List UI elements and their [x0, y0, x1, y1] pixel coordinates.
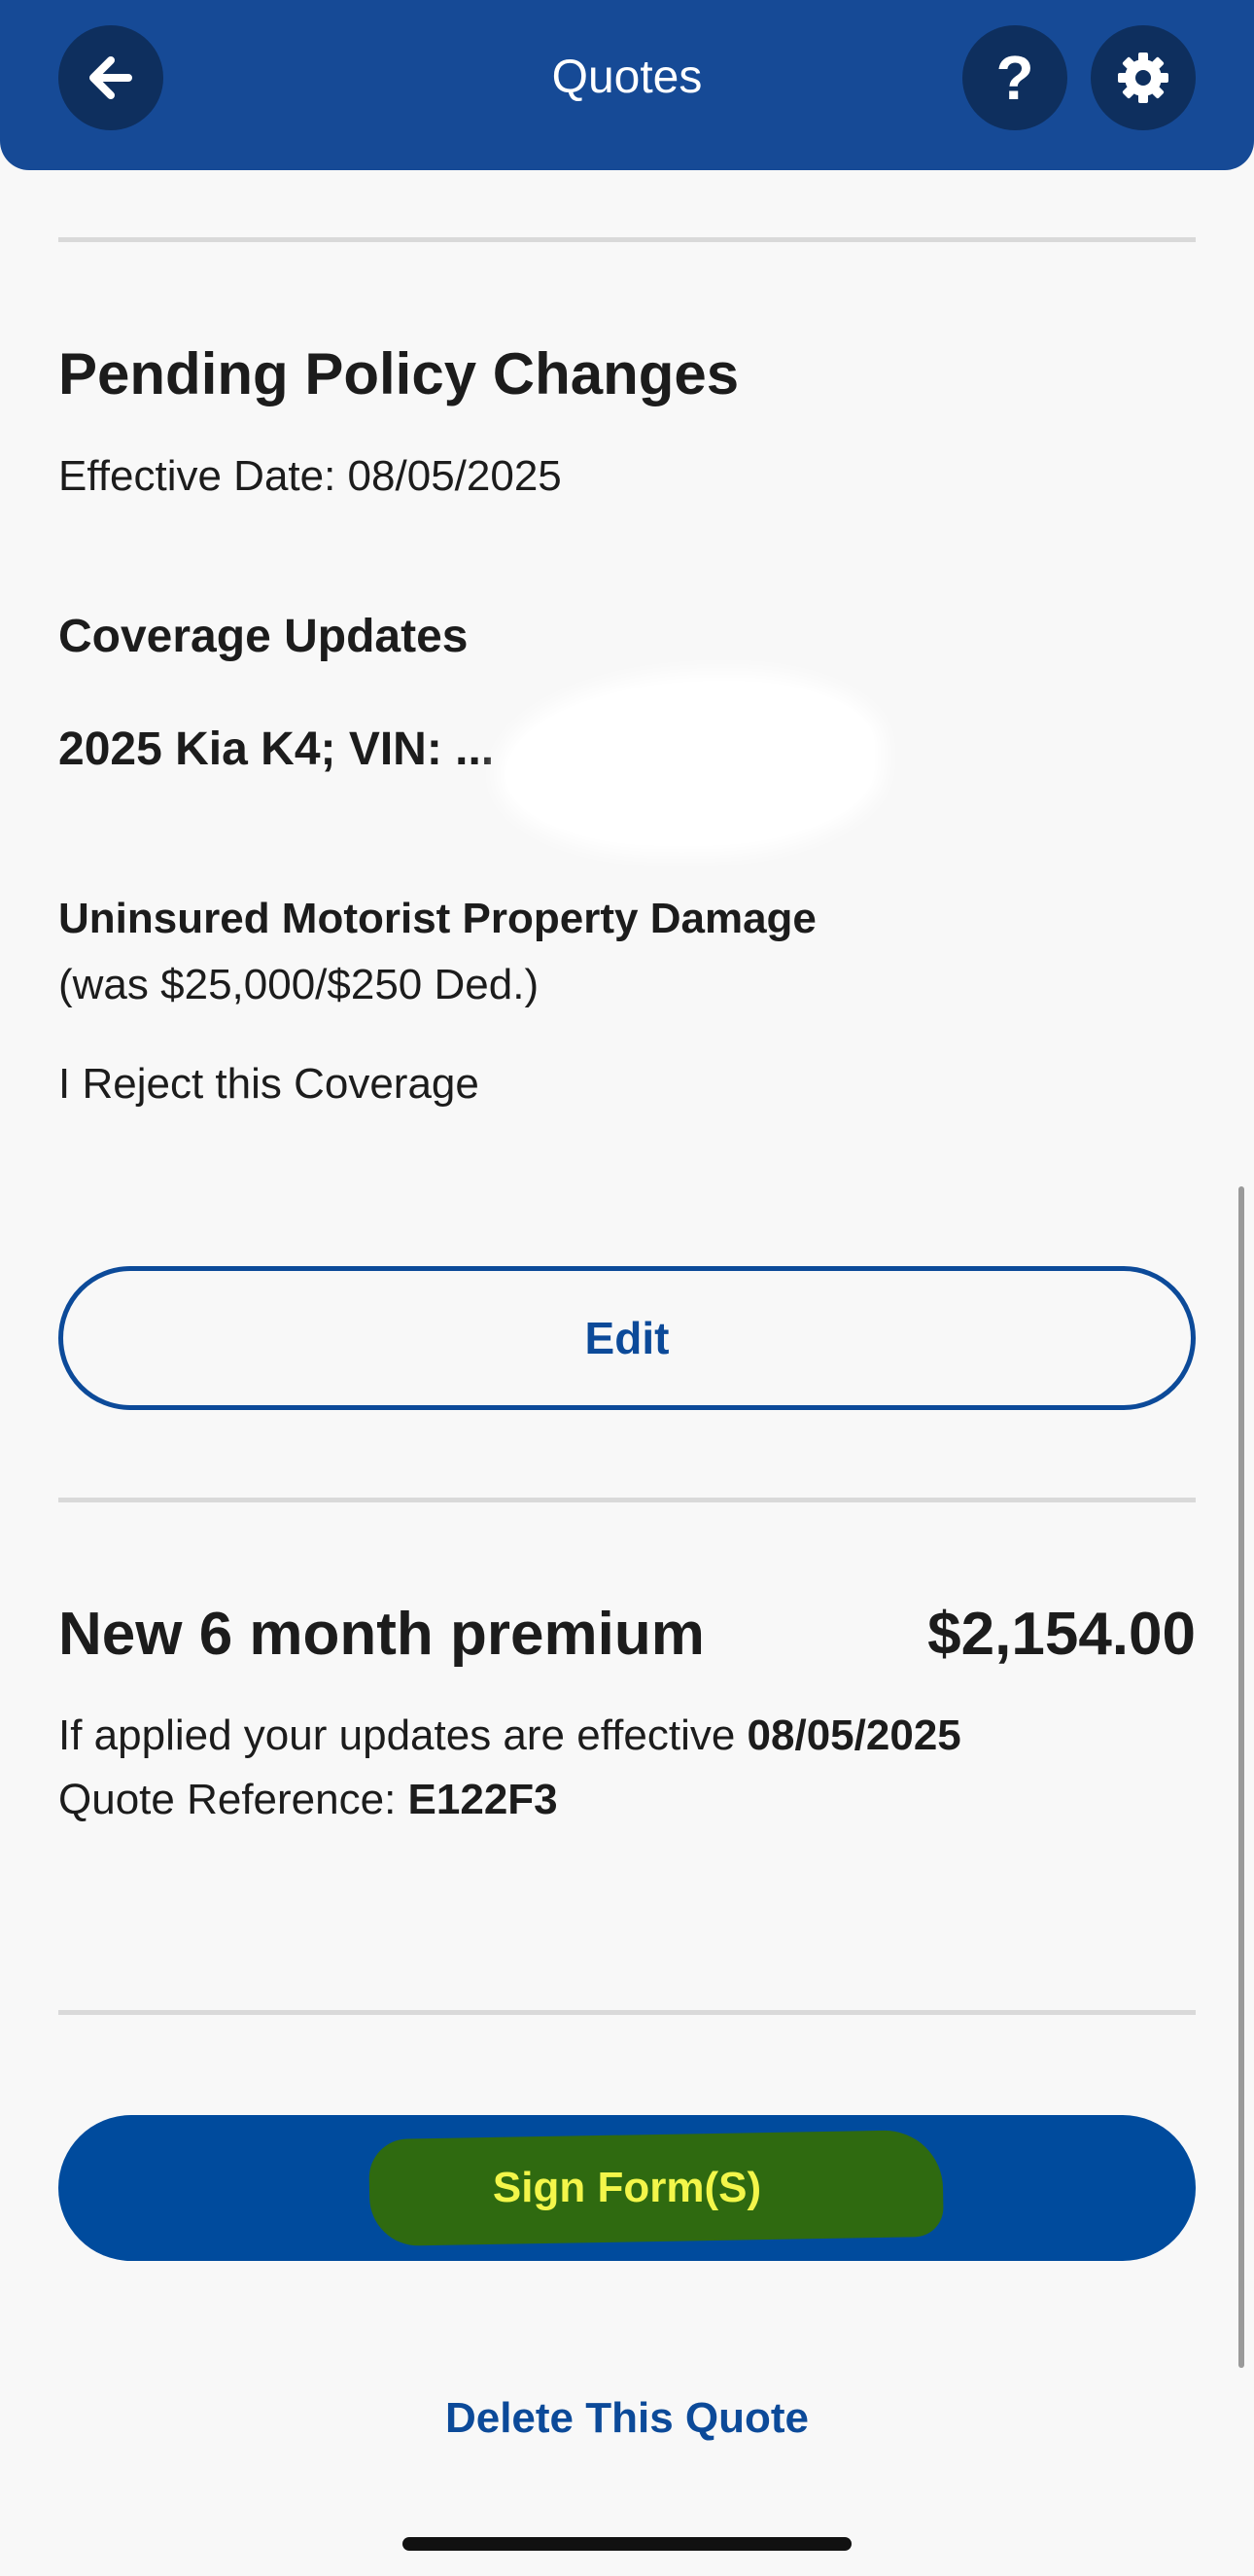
premium-row: New 6 month premium $2,154.00: [58, 1600, 1196, 1669]
home-indicator[interactable]: [402, 2537, 852, 2551]
reference-code: E122F3: [407, 1776, 558, 1823]
coverage-item-selection: I Reject this Coverage: [58, 1060, 479, 1108]
effective-date: Effective Date: 08/05/2025: [58, 452, 562, 500]
quote-reference-line: Quote Reference: E122F3: [58, 1776, 558, 1824]
pending-changes-title: Pending Policy Changes: [58, 341, 740, 406]
top-app-bar: Quotes ?: [0, 0, 1254, 170]
coverage-item-name: Uninsured Motorist Property Damage: [58, 895, 817, 942]
applied-effective-line: If applied your updates are effective 08…: [58, 1711, 961, 1760]
question-mark-icon: ?: [995, 43, 1034, 113]
settings-button[interactable]: [1091, 25, 1196, 130]
section-divider: [58, 2010, 1196, 2015]
reference-prefix: Quote Reference:: [58, 1776, 408, 1823]
help-button[interactable]: ?: [962, 25, 1067, 130]
quotes-screen: Quotes ? Pending Policy Changes Effectiv…: [0, 0, 1254, 2576]
scrollbar[interactable]: [1238, 1186, 1244, 2368]
section-divider: [58, 1498, 1196, 1502]
premium-amount: $2,154.00: [927, 1601, 1196, 1668]
sign-forms-button[interactable]: Sign Form(S): [58, 2115, 1196, 2261]
sign-forms-label: Sign Form(S): [492, 2164, 762, 2211]
applied-date: 08/05/2025: [747, 1711, 961, 1759]
vehicle-vin: 2025 Kia K4; VIN: ...: [58, 723, 495, 775]
delete-quote-link[interactable]: Delete This Quote: [0, 2394, 1254, 2443]
gear-icon: [1118, 53, 1168, 103]
coverage-updates-heading: Coverage Updates: [58, 611, 469, 662]
vin-redaction: [505, 681, 875, 846]
section-divider: [58, 237, 1196, 242]
edit-button-label: Edit: [584, 1313, 670, 1363]
coverage-item-previous: (was $25,000/$250 Ded.): [58, 961, 540, 1008]
edit-button[interactable]: Edit: [58, 1266, 1196, 1410]
applied-prefix: If applied your updates are effective: [58, 1711, 748, 1759]
premium-label: New 6 month premium: [58, 1601, 705, 1668]
